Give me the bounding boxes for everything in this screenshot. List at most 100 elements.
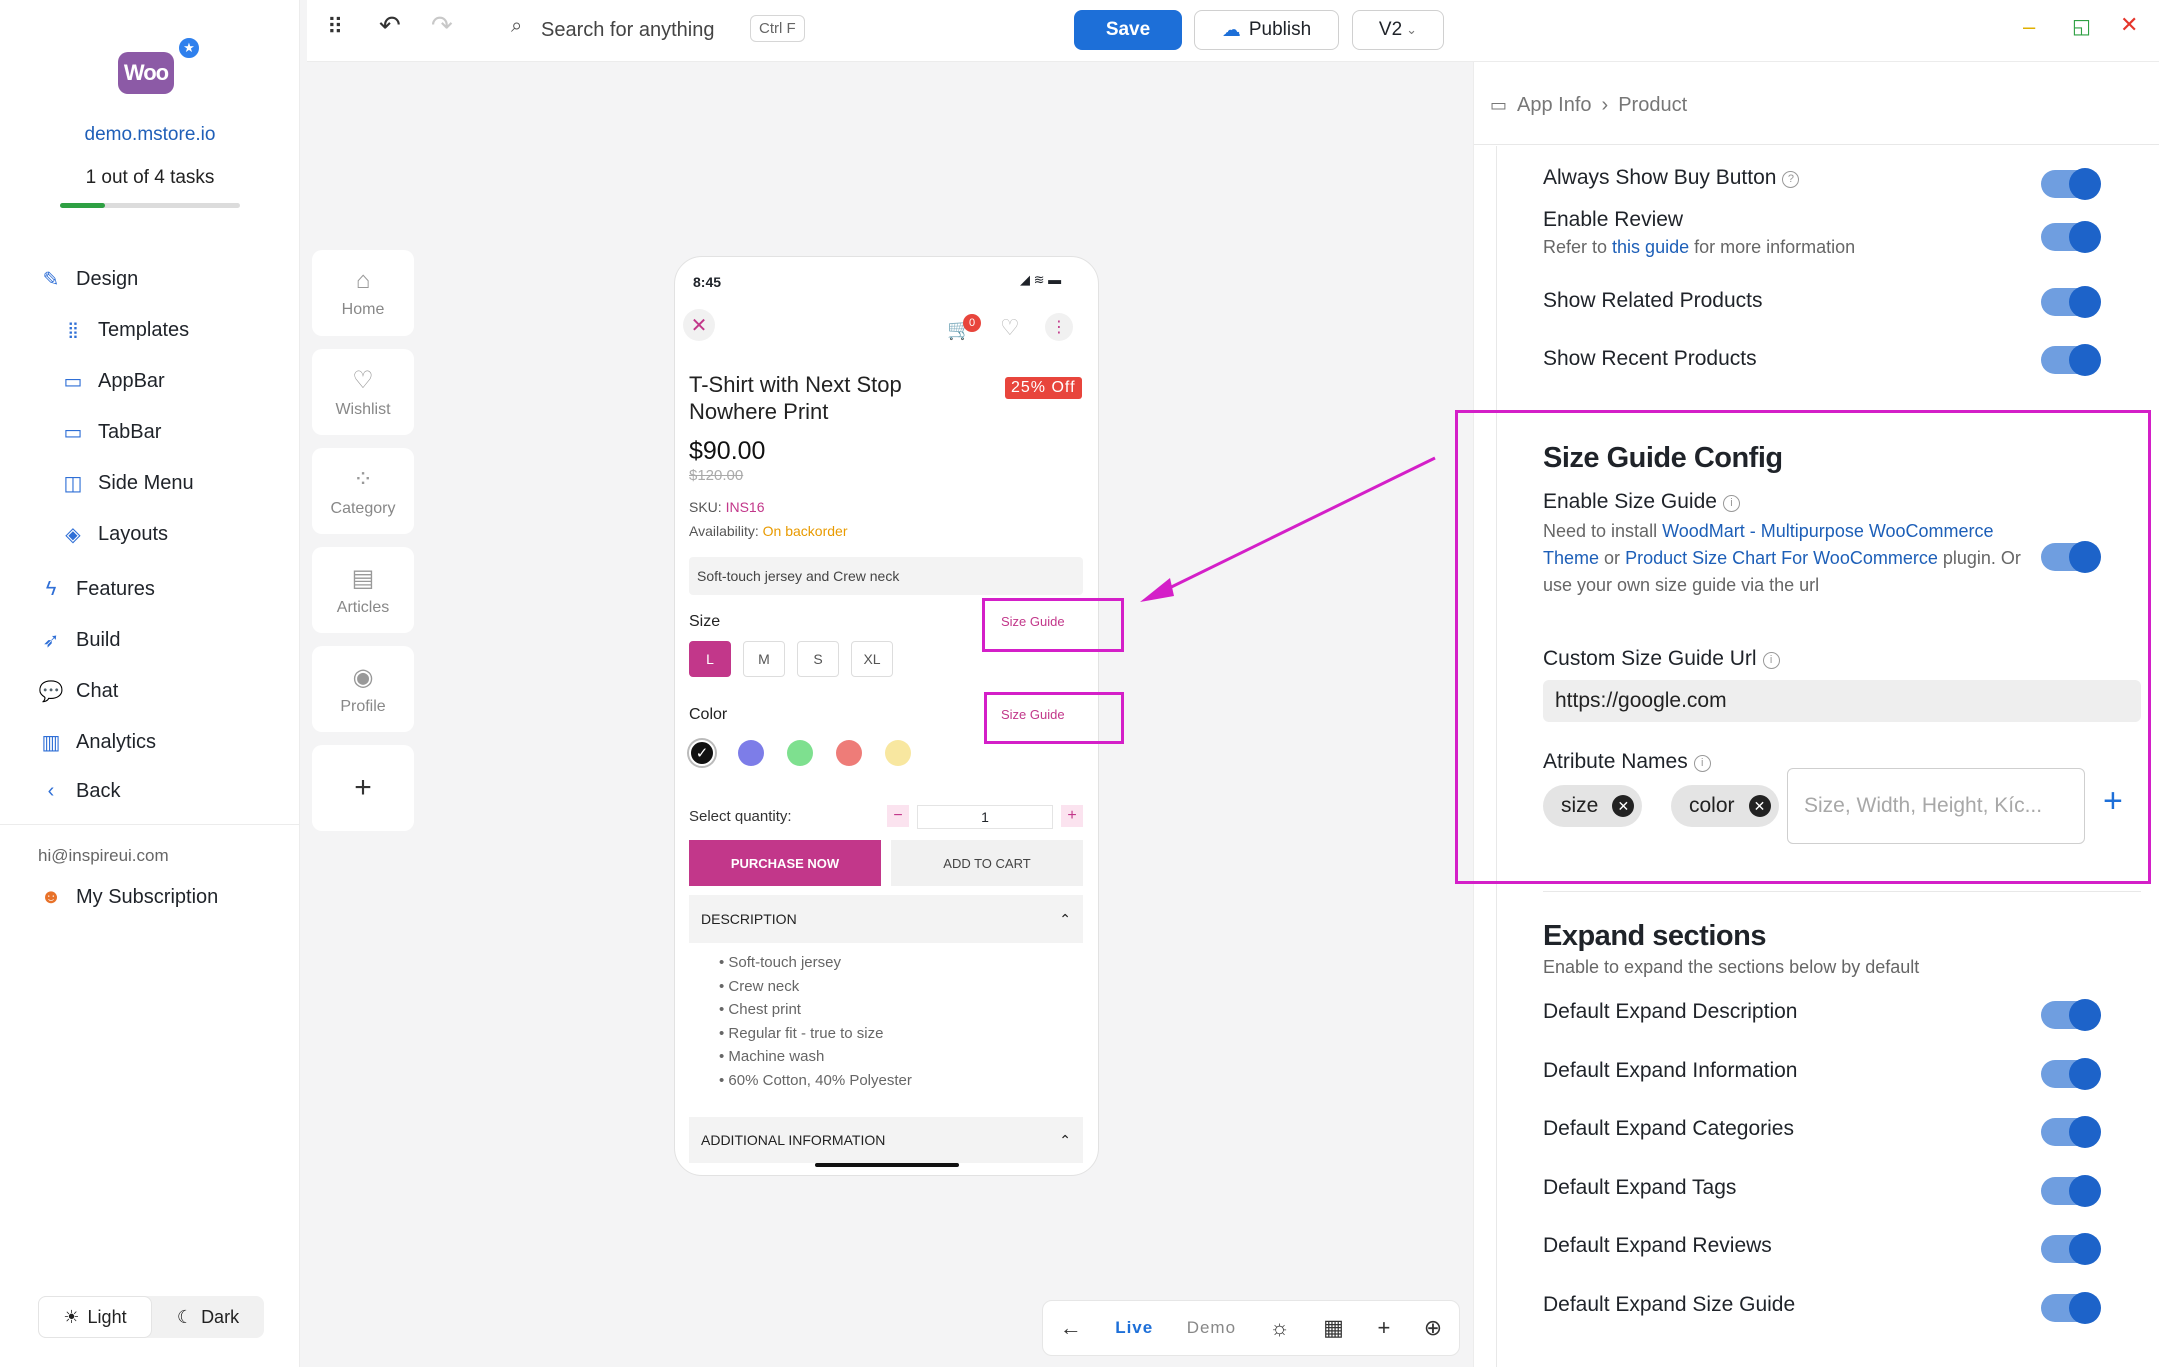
color-swatch[interactable] [885, 740, 911, 766]
rail-home[interactable]: ⌂ Home [312, 250, 414, 336]
nav-templates[interactable]: ⣿ Templates [60, 311, 194, 349]
expand-reviews-toggle[interactable] [2041, 1233, 2101, 1265]
expand-categories-toggle[interactable] [2041, 1116, 2101, 1148]
nav-appbar[interactable]: ▭ AppBar [60, 362, 194, 400]
version-select[interactable]: V2 ⌄ [1352, 10, 1444, 50]
size-option[interactable]: L [689, 641, 731, 677]
sku-row: SKU: INS16 [689, 499, 765, 515]
nav-label: Design [76, 267, 139, 290]
sidebar-divider [0, 824, 300, 825]
enable-review-toggle[interactable] [2041, 221, 2101, 253]
store-logo[interactable]: Woo ★ [118, 35, 202, 102]
search-input[interactable]: Search for anything [541, 19, 714, 42]
quantity-increase-button[interactable]: + [1061, 805, 1083, 827]
color-label: Color [689, 706, 728, 723]
expand-information-toggle[interactable] [2041, 1058, 2101, 1090]
quantity-decrease-button[interactable]: − [887, 805, 909, 827]
quantity-input[interactable]: 1 [917, 805, 1053, 829]
size-option[interactable]: XL [851, 641, 893, 677]
size-option[interactable]: S [797, 641, 839, 677]
maximize-icon[interactable]: ◱ [2072, 14, 2091, 39]
description-item: • Machine wash [719, 1048, 825, 1065]
this-guide-link[interactable]: this guide [1612, 237, 1689, 257]
sun-icon: ☀ [63, 1306, 80, 1327]
color-swatch[interactable] [738, 740, 764, 766]
minimize-icon[interactable]: – [2023, 14, 2035, 40]
discount-badge: 25% Off [1005, 377, 1082, 399]
save-button[interactable]: Save [1074, 10, 1182, 50]
rail-add-button[interactable]: + [312, 745, 414, 831]
purchase-now-button[interactable]: PURCHASE NOW [689, 840, 881, 886]
enable-review-sub: Refer to this guide for more information [1543, 237, 1856, 257]
grid-table-icon[interactable]: ▦ [1323, 1315, 1344, 1341]
add-to-cart-button[interactable]: ADD TO CART [891, 840, 1083, 886]
breadcrumb-item[interactable]: Product [1618, 94, 1687, 117]
description-accordion[interactable]: DESCRIPTION ⌃ [689, 895, 1083, 943]
nav-design[interactable]: ✎ Design [38, 260, 139, 298]
short-description: Soft-touch jersey and Crew neck [689, 557, 1083, 595]
color-swatch[interactable]: ✓ [689, 740, 715, 766]
heart-icon: ♡ [352, 366, 374, 394]
my-subscription-link[interactable]: ☻ My Subscription [38, 878, 218, 916]
close-product-icon[interactable]: ✕ [683, 309, 715, 341]
rail-profile[interactable]: ◉ Profile [312, 646, 414, 732]
expand-size-guide-toggle[interactable] [2041, 1292, 2101, 1324]
tabbar-icon: ▭ [63, 421, 83, 444]
theme-light-button[interactable]: ☀ Light [38, 1296, 152, 1338]
user-email: hi@inspireui.com [38, 846, 169, 865]
redo-icon[interactable]: ↷ [431, 10, 453, 41]
live-mode-button[interactable]: Live [1115, 1318, 1153, 1338]
nav-back[interactable]: ‹ Back [38, 772, 156, 810]
nav-tabbar[interactable]: ▭ TabBar [60, 413, 194, 451]
demo-mode-button[interactable]: Demo [1187, 1318, 1236, 1338]
home-icon: ⌂ [355, 267, 371, 294]
color-swatch[interactable] [836, 740, 862, 766]
plus-icon[interactable]: + [1377, 1315, 1390, 1341]
layers-icon: ◈ [65, 523, 81, 546]
tasks-progress-fill [60, 203, 105, 208]
theme-dark-button[interactable]: ☾ Dark [152, 1296, 264, 1338]
expand-reviews-label: Default Expand Reviews [1543, 1234, 1772, 1257]
rail-category[interactable]: ⁘ Category [312, 448, 414, 534]
enable-review-label: Enable Review [1543, 208, 1684, 231]
zoom-icon[interactable]: ⊕ [1424, 1315, 1442, 1341]
site-url[interactable]: demo.mstore.io [0, 124, 300, 146]
nav-label: Templates [98, 318, 190, 341]
size-options: L M S XL [689, 641, 893, 677]
nav-build[interactable]: ➶ Build [38, 621, 156, 659]
nav-features[interactable]: ϟ Features [38, 570, 156, 608]
app-info-icon: ▭ [1490, 95, 1508, 115]
nav-analytics[interactable]: ▥ Analytics [38, 723, 156, 761]
show-related-toggle[interactable] [2041, 286, 2101, 318]
expand-tags-toggle[interactable] [2041, 1175, 2101, 1207]
arrow-left-icon[interactable]: ← [1060, 1315, 1082, 1341]
publish-button[interactable]: ☁ Publish [1194, 10, 1339, 50]
nav-chat[interactable]: 💬 Chat [38, 672, 156, 710]
rail-wishlist[interactable]: ♡ Wishlist [312, 349, 414, 435]
nav-label: Chat [76, 679, 119, 702]
expand-description-toggle[interactable] [2041, 999, 2101, 1031]
undo-icon[interactable]: ↶ [379, 10, 401, 41]
nav-side-menu[interactable]: ◫ Side Menu [60, 464, 194, 502]
rail-articles[interactable]: ▤ Articles [312, 547, 414, 633]
always-show-buy-toggle[interactable] [2041, 168, 2101, 200]
nav-layouts[interactable]: ◈ Layouts [60, 515, 194, 553]
woo-logo-icon: Woo [118, 52, 174, 94]
color-swatch[interactable] [787, 740, 813, 766]
description-list: • Soft-touch jersey • Crew neck • Chest … [719, 954, 912, 1095]
search-shortcut: Ctrl F [750, 15, 805, 42]
brightness-icon[interactable]: ☼ [1270, 1315, 1290, 1341]
color-options: ✓ [689, 740, 911, 766]
info-icon[interactable]: ? [1782, 171, 1800, 188]
expand-information-label: Default Expand Information [1543, 1059, 1798, 1082]
additional-info-accordion[interactable]: ADDITIONAL INFORMATION ⌃ [689, 1117, 1083, 1163]
breadcrumb-item[interactable]: App Info [1517, 94, 1592, 117]
tasks-progress-label[interactable]: 1 out of 4 tasks [0, 167, 300, 189]
description-item: • Soft-touch jersey [719, 954, 841, 971]
close-window-icon[interactable]: ✕ [2120, 12, 2138, 38]
wishlist-heart-icon[interactable]: ♡ [1000, 315, 1020, 341]
more-menu-icon[interactable]: ⋮ [1045, 313, 1073, 341]
show-recent-toggle[interactable] [2041, 344, 2101, 376]
size-option[interactable]: M [743, 641, 785, 677]
apps-grid-icon[interactable]: ⠿ [327, 14, 343, 40]
